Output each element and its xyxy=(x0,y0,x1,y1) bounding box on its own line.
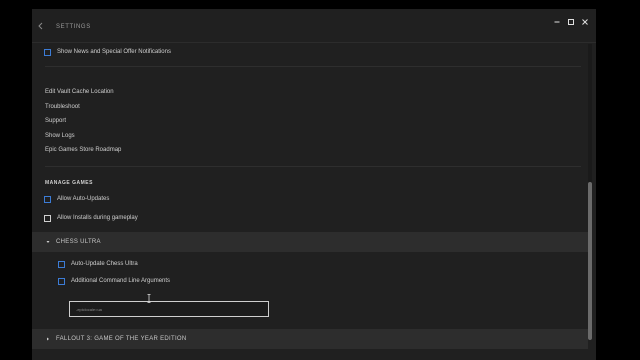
cmd-args-label: Additional Command Line Arguments xyxy=(71,278,171,284)
support-link[interactable]: Support xyxy=(45,118,66,124)
cmd-args-checkbox[interactable] xyxy=(58,277,65,285)
close-button[interactable] xyxy=(582,12,588,25)
game-title: CHESS ULTRA xyxy=(56,239,101,245)
troubleshoot-link[interactable]: Troubleshoot xyxy=(45,104,80,110)
close-icon xyxy=(582,19,588,25)
store-roadmap-link[interactable]: Epic Games Store Roadmap xyxy=(45,147,121,153)
caret-down-icon xyxy=(45,239,51,246)
settings-window: SETTINGS Show News and Special Offer Not… xyxy=(32,9,596,360)
installs-gameplay-option[interactable]: Allow Installs during gameplay xyxy=(44,213,138,223)
minimize-icon xyxy=(554,21,560,23)
section-divider xyxy=(45,166,581,167)
game-header-chess-ultra[interactable]: CHESS ULTRA xyxy=(32,232,588,252)
caret-right-icon xyxy=(45,336,51,343)
back-button[interactable] xyxy=(36,19,46,33)
auto-updates-label: Allow Auto-Updates xyxy=(57,196,110,202)
installs-gameplay-label: Allow Installs during gameplay xyxy=(57,215,138,221)
cmd-args-option[interactable]: Additional Command Line Arguments xyxy=(58,276,170,286)
game-header-fallout-3[interactable]: FALLOUT 3: GAME OF THE YEAR EDITION xyxy=(32,329,588,349)
auto-update-chess-option[interactable]: Auto-Update Chess Ultra xyxy=(58,259,138,269)
edit-vault-cache-link[interactable]: Edit Vault Cache Location xyxy=(45,89,114,95)
title-bar: SETTINGS xyxy=(32,9,596,41)
auto-updates-checkbox[interactable] xyxy=(44,195,51,203)
text-cursor-icon xyxy=(147,294,151,303)
maximize-button[interactable] xyxy=(568,12,574,25)
page-title: SETTINGS xyxy=(56,24,91,30)
news-notifications-label: Show News and Special Offer Notification… xyxy=(57,49,171,55)
news-notifications-checkbox[interactable] xyxy=(44,48,51,56)
installs-gameplay-checkbox[interactable] xyxy=(44,214,51,222)
chevron-left-icon xyxy=(38,22,43,30)
manage-games-heading: MANAGE GAMES xyxy=(45,180,93,186)
window-controls xyxy=(554,11,588,25)
settings-content: Show News and Special Offer Notification… xyxy=(32,43,588,360)
cmd-args-input[interactable]: -epiclocale=ua xyxy=(69,301,269,317)
section-divider xyxy=(45,66,581,67)
maximize-icon xyxy=(568,19,574,25)
scrollbar-track[interactable] xyxy=(588,44,592,340)
show-logs-link[interactable]: Show Logs xyxy=(45,133,75,139)
auto-update-chess-label: Auto-Update Chess Ultra xyxy=(71,261,138,267)
auto-updates-option[interactable]: Allow Auto-Updates xyxy=(44,194,109,204)
minimize-button[interactable] xyxy=(554,12,560,23)
game-title: FALLOUT 3: GAME OF THE YEAR EDITION xyxy=(56,336,187,342)
auto-update-chess-checkbox[interactable] xyxy=(58,260,65,268)
news-notifications-option[interactable]: Show News and Special Offer Notification… xyxy=(44,47,171,57)
scrollbar-thumb[interactable] xyxy=(588,182,592,340)
